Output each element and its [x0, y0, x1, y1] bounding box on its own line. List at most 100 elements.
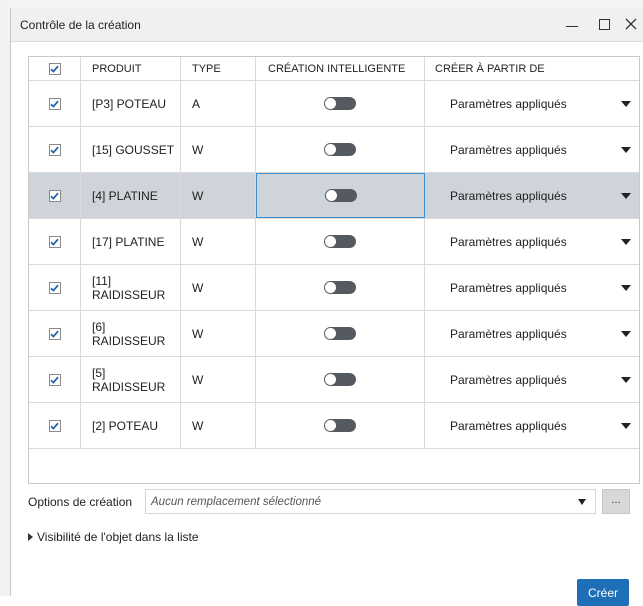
- row-checkbox[interactable]: [48, 373, 61, 386]
- toggle-knob: [325, 420, 336, 431]
- row-create-from-dropdown[interactable]: Paramètres appliqués: [425, 357, 639, 402]
- row-create-from-dropdown[interactable]: Paramètres appliqués: [425, 127, 639, 172]
- check-icon: [50, 65, 59, 73]
- row-select-cell: [29, 403, 81, 448]
- close-icon: [625, 18, 637, 30]
- row-select-cell: [29, 265, 81, 310]
- row-smart-creation-cell: [256, 219, 425, 264]
- row-select-cell: [29, 357, 81, 402]
- row-product: [4] PLATINE: [81, 173, 181, 218]
- table-header: PRODUIT TYPE CRÉATION INTELLIGENTE CRÉER…: [29, 57, 639, 81]
- row-create-from-dropdown[interactable]: Paramètres appliqués: [425, 219, 639, 264]
- row-product: [2] POTEAU: [81, 403, 181, 448]
- chevron-down-icon: [621, 146, 631, 153]
- row-smart-creation-cell: [256, 311, 425, 356]
- header-type[interactable]: TYPE: [181, 57, 256, 80]
- smart-creation-toggle[interactable]: [324, 97, 356, 110]
- row-smart-creation-cell: [256, 127, 425, 172]
- create-from-value: Paramètres appliqués: [450, 188, 567, 203]
- toggle-knob: [325, 236, 336, 247]
- visibility-expander[interactable]: Visibilité de l'objet dans la liste: [28, 530, 199, 544]
- chevron-down-icon: [621, 376, 631, 383]
- close-button[interactable]: [618, 12, 643, 36]
- create-button[interactable]: Créer: [577, 579, 629, 606]
- table-row[interactable]: [17] PLATINE W Paramètres appliqués: [29, 219, 639, 265]
- row-checkbox[interactable]: [48, 235, 61, 248]
- row-create-from-dropdown[interactable]: Paramètres appliqués: [425, 81, 639, 126]
- background-app-strip: [0, 0, 643, 8]
- chevron-down-icon: [621, 330, 631, 337]
- smart-creation-toggle[interactable]: [324, 235, 356, 248]
- row-checkbox[interactable]: [48, 281, 61, 294]
- table-row[interactable]: [6] RAIDISSEUR W Paramètres appliqués: [29, 311, 639, 357]
- row-checkbox[interactable]: [48, 143, 61, 156]
- row-smart-creation-cell: [256, 173, 425, 218]
- table-row[interactable]: [15] GOUSSET W Paramètres appliqués: [29, 127, 639, 173]
- row-type: W: [181, 219, 256, 264]
- row-checkbox[interactable]: [48, 327, 61, 340]
- table-row[interactable]: [2] POTEAU W Paramètres appliqués: [29, 403, 639, 449]
- row-create-from-dropdown[interactable]: Paramètres appliqués: [425, 403, 639, 448]
- create-from-value: Paramètres appliqués: [450, 142, 567, 157]
- row-checkbox[interactable]: [48, 419, 61, 432]
- minimize-button[interactable]: [559, 12, 585, 36]
- row-select-cell: [29, 127, 81, 172]
- header-product[interactable]: PRODUIT: [81, 57, 181, 80]
- chevron-down-icon: [621, 100, 631, 107]
- more-options-button[interactable]: ...: [602, 489, 630, 514]
- row-product: [11] RAIDISSEUR: [81, 265, 181, 310]
- select-all-checkbox[interactable]: [48, 62, 61, 75]
- smart-creation-toggle[interactable]: [324, 419, 356, 432]
- toggle-knob: [325, 144, 336, 155]
- window-title: Contrôle de la création: [20, 18, 141, 32]
- row-checkbox[interactable]: [48, 97, 61, 110]
- table-row[interactable]: [11] RAIDISSEUR W Paramètres appliqués: [29, 265, 639, 311]
- chevron-down-icon: [621, 284, 631, 291]
- background-app-edge: [0, 0, 10, 596]
- row-type: W: [181, 173, 256, 218]
- row-type: W: [181, 311, 256, 356]
- smart-creation-toggle[interactable]: [324, 281, 356, 294]
- creation-options-label: Options de création: [28, 495, 133, 509]
- toggle-knob: [325, 328, 336, 339]
- row-checkbox[interactable]: [48, 189, 61, 202]
- table-row[interactable]: [5] RAIDISSEUR W Paramètres appliqués: [29, 357, 639, 403]
- create-from-value: Paramètres appliqués: [450, 234, 567, 249]
- check-icon: [50, 146, 59, 154]
- toggle-knob: [325, 282, 336, 293]
- row-create-from-dropdown[interactable]: Paramètres appliqués: [425, 173, 639, 218]
- check-icon: [50, 238, 59, 246]
- creation-options-select[interactable]: Aucun remplacement sélectionné: [145, 489, 596, 514]
- smart-creation-toggle[interactable]: [324, 373, 356, 386]
- chevron-down-icon: [621, 192, 631, 199]
- maximize-button[interactable]: [591, 12, 617, 36]
- row-smart-creation-cell: [256, 265, 425, 310]
- row-select-cell: [29, 311, 81, 356]
- minimize-icon: [566, 25, 578, 27]
- header-create-from[interactable]: CRÉER À PARTIR DE: [425, 57, 639, 80]
- chevron-down-icon: [621, 422, 631, 429]
- expand-arrow-icon: [28, 533, 33, 541]
- table-row[interactable]: [4] PLATINE W Paramètres appliqués: [29, 173, 639, 219]
- row-type: W: [181, 127, 256, 172]
- row-product: [P3] POTEAU: [81, 81, 181, 126]
- create-from-value: Paramètres appliqués: [450, 372, 567, 387]
- row-create-from-dropdown[interactable]: Paramètres appliqués: [425, 311, 639, 356]
- row-type: W: [181, 265, 256, 310]
- row-type: A: [181, 81, 256, 126]
- smart-creation-toggle[interactable]: [324, 327, 356, 340]
- check-icon: [50, 330, 59, 338]
- row-select-cell: [29, 219, 81, 264]
- row-product: [15] GOUSSET: [81, 127, 181, 172]
- smart-creation-toggle[interactable]: [324, 189, 357, 202]
- check-icon: [50, 100, 59, 108]
- header-smart-creation[interactable]: CRÉATION INTELLIGENTE: [256, 57, 425, 80]
- creation-table: PRODUIT TYPE CRÉATION INTELLIGENTE CRÉER…: [28, 56, 640, 484]
- table-row[interactable]: [P3] POTEAU A Paramètres appliqués: [29, 81, 639, 127]
- row-create-from-dropdown[interactable]: Paramètres appliqués: [425, 265, 639, 310]
- smart-creation-toggle[interactable]: [324, 143, 356, 156]
- select-all-cell: [29, 57, 81, 80]
- title-bar[interactable]: Contrôle de la création: [11, 8, 643, 42]
- chevron-down-icon: [578, 499, 586, 505]
- check-icon: [50, 376, 59, 384]
